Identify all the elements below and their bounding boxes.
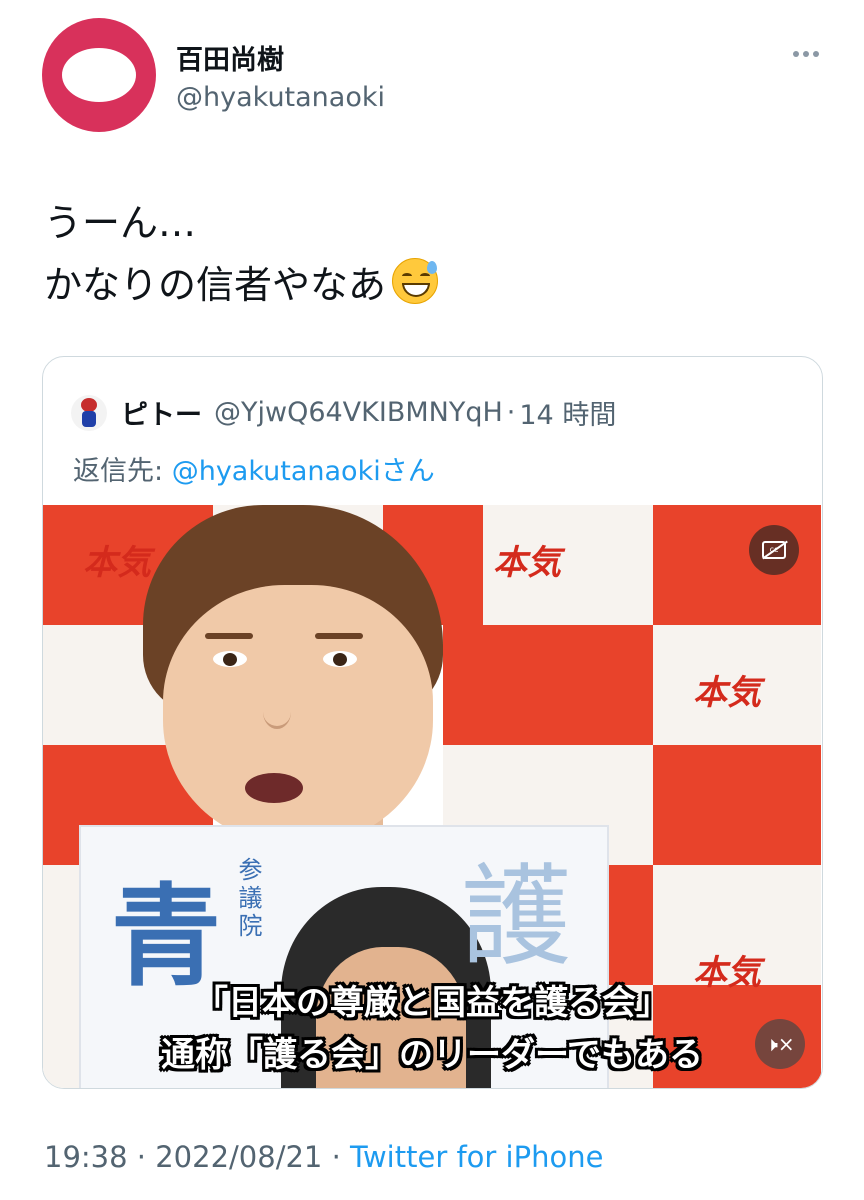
reply-mention-link[interactable]: @hyakutanaoki: [172, 456, 381, 487]
volume-muted-icon[interactable]: 🕨︎×: [755, 1019, 805, 1069]
author-handle[interactable]: @hyakutanaoki: [176, 82, 385, 113]
poster-vertical-text: 参議院: [234, 857, 262, 941]
quoted-author-handle[interactable]: @YjwQ64VKIBMNYqH: [214, 397, 503, 428]
reply-prefix: 返信先:: [73, 456, 164, 487]
tweet-line-2: かなりの信者やなあ: [44, 263, 387, 307]
quoted-author-name[interactable]: ピトー: [121, 393, 202, 432]
speaker-face: [163, 585, 433, 845]
tweet-source-link[interactable]: Twitter for iPhone: [350, 1140, 603, 1174]
video-subtitle-line-1: 「日本の尊厳と国益を護る会」: [194, 983, 670, 1023]
backdrop-text-3: 本気: [693, 673, 761, 713]
more-options-icon[interactable]: [782, 36, 830, 72]
tweet-text: うーん… かなりの信者やなあ: [44, 192, 439, 316]
reply-context: 返信先: @hyakutanaokiさん: [73, 449, 435, 488]
quoted-tweet-card[interactable]: ピトー @YjwQ64VKIBMNYqH · 14 時間 返信先: @hyaku…: [42, 356, 823, 1089]
reply-suffix: さん: [380, 456, 435, 487]
quoted-tweet-header: ピトー @YjwQ64VKIBMNYqH · 14 時間: [71, 393, 616, 432]
speaker-mouth: [245, 773, 303, 803]
grinning-sweat-emoji-icon: [392, 258, 439, 304]
tweet-date[interactable]: 2022/08/21: [155, 1140, 322, 1174]
meta-dot-2: ·: [331, 1140, 341, 1174]
backdrop-text-1: 本気: [83, 543, 151, 583]
video-player[interactable]: 本気 本気 本気 本気 青 参議院 護 「日本の尊厳と国益を護る会」 通称「護る…: [43, 505, 821, 1088]
author-display-name[interactable]: 百田尚樹: [176, 38, 284, 77]
quoted-author-avatar[interactable]: [71, 394, 107, 431]
meta-dot-1: ·: [136, 1140, 147, 1174]
quoted-tweet-time: 14 時間: [519, 400, 617, 431]
cc-off-icon[interactable]: cc: [749, 525, 799, 575]
tweet-time[interactable]: 19:38: [44, 1140, 128, 1174]
avatar-logo: [62, 48, 136, 102]
separator-dot: ·: [506, 397, 516, 428]
poster-large-text-2: 護: [461, 853, 571, 981]
tweet-meta: 19:38 · 2022/08/21 · Twitter for iPhone: [44, 1140, 603, 1174]
tweet-line-2-wrap: かなりの信者やなあ: [44, 254, 439, 316]
tweet-line-1: うーん…: [44, 201, 197, 245]
backdrop-text-2: 本気: [493, 543, 561, 583]
video-subtitle-line-2: 通称「護る会」のリーダーでもある: [161, 1035, 703, 1075]
author-avatar[interactable]: [42, 18, 156, 132]
